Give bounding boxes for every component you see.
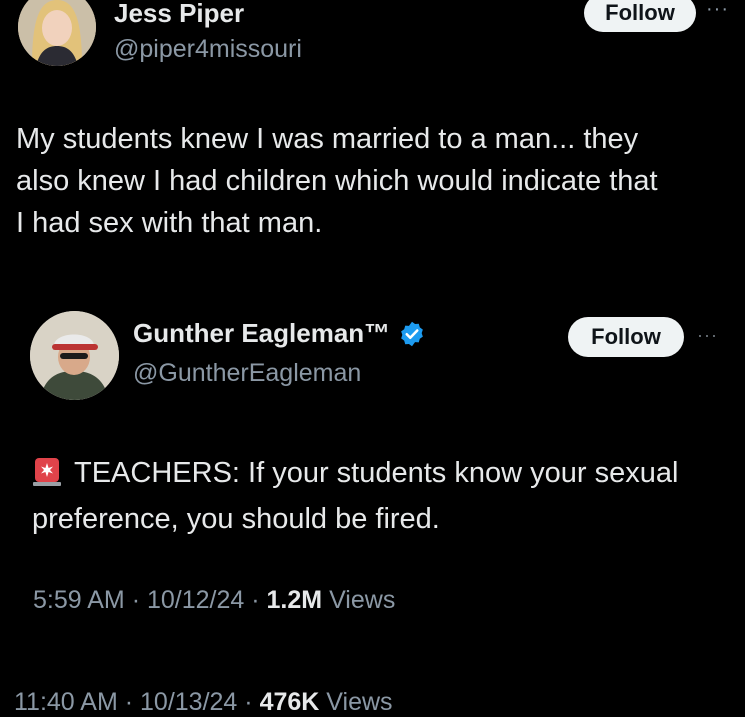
- quoted-author-name[interactable]: Gunther Eagleman™: [133, 318, 390, 349]
- meta-separator: ·: [251, 586, 260, 614]
- outer-tweet-time[interactable]: 11:40 AM: [14, 688, 118, 716]
- meta-separator: ·: [131, 586, 141, 614]
- outer-author-handle[interactable]: @piper4missouri: [114, 35, 302, 64]
- outer-views-label: Views: [326, 688, 393, 716]
- quoted-tweet-text: TEACHERS: If your students know your sex…: [32, 457, 679, 535]
- outer-tweet-meta: 11:40 AM · 10/13/24 · 476K Views: [14, 688, 393, 717]
- outer-tweet-date[interactable]: 10/13/24: [140, 688, 237, 716]
- outer-author-avatar[interactable]: [18, 0, 96, 66]
- police-siren-icon: [33, 458, 61, 486]
- outer-author-name[interactable]: Jess Piper: [114, 0, 244, 29]
- quoted-views-count: 1.2M: [266, 586, 323, 614]
- outer-follow-button[interactable]: Follow: [584, 0, 696, 32]
- quoted-author-name-row: Gunther Eagleman™: [133, 318, 426, 349]
- quoted-tweet-time[interactable]: 5:59 AM: [33, 586, 125, 614]
- outer-more-options-icon[interactable]: ···: [706, 0, 729, 21]
- outer-views-count: 476K: [259, 688, 320, 716]
- quoted-views-label: Views: [329, 586, 396, 614]
- quoted-author-handle[interactable]: @GuntherEagleman: [133, 359, 361, 388]
- quoted-tweet-date[interactable]: 10/12/24: [147, 586, 244, 614]
- quoted-tweet-body: TEACHERS: If your students know your sex…: [32, 450, 732, 542]
- meta-separator: ·: [244, 688, 253, 716]
- meta-separator: ·: [124, 688, 134, 716]
- quoted-author-avatar[interactable]: [30, 311, 119, 400]
- quoted-more-options-icon[interactable]: ···: [697, 325, 718, 346]
- outer-tweet-text: My students knew I was married to a man.…: [16, 123, 658, 239]
- quoted-tweet-meta: 5:59 AM · 10/12/24 · 1.2M Views: [33, 586, 395, 615]
- quoted-follow-button[interactable]: Follow: [568, 317, 684, 357]
- outer-avatar-photo: [18, 0, 96, 66]
- verified-badge-icon: [401, 321, 424, 346]
- quoted-avatar-photo: [30, 311, 119, 400]
